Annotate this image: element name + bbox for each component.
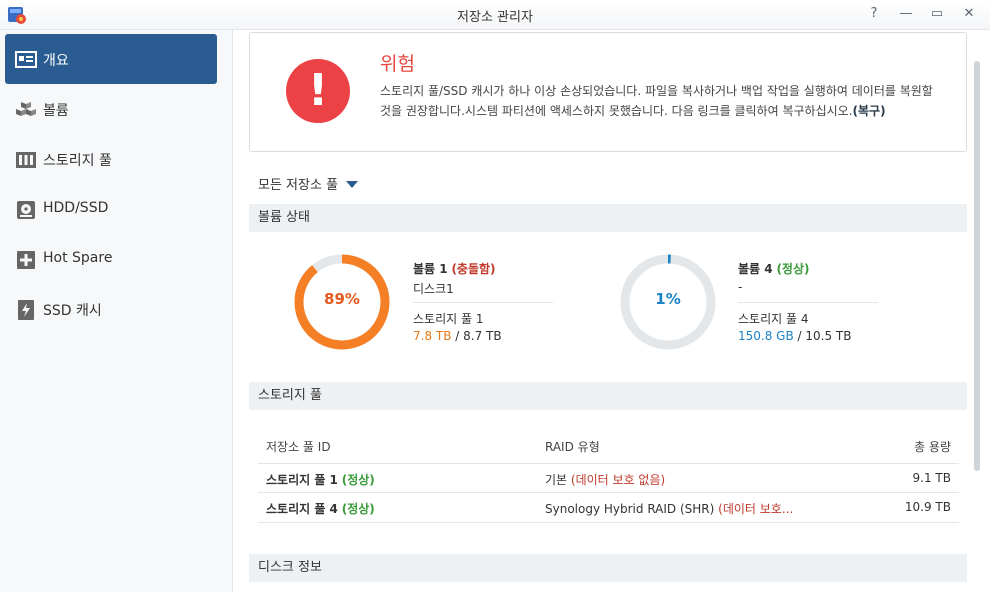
sidebar-item-label: 개요 — [43, 53, 69, 69]
ssd-cache-icon — [18, 300, 34, 320]
pool-capacity: 10.9 TB — [904, 500, 951, 514]
help-button[interactable]: ? — [864, 5, 884, 23]
alert-panel: ! 위험 스토리지 풀/SSD 캐시가 하나 이상 손상되었습니다. 파일을 복… — [249, 32, 967, 152]
sidebar-item-label: SSD 캐시 — [43, 303, 102, 319]
hot-spare-icon — [17, 251, 35, 269]
sidebar-item-label: HDD/SSD — [43, 200, 109, 216]
sidebar-item-hdd-ssd[interactable]: HDD/SSD — [5, 184, 217, 234]
sidebar-item-label: 스토리지 풀 — [43, 153, 112, 169]
disk-info-header: 디스크 정보 — [249, 554, 967, 582]
column-header-capacity[interactable]: 총 용량 — [914, 438, 951, 455]
divider — [738, 302, 878, 303]
vertical-scrollbar[interactable] — [974, 61, 980, 471]
close-button[interactable]: ✕ — [959, 5, 979, 23]
table-row[interactable]: 스토리지 풀 4 (정상) Synology Hybrid RAID (SHR)… — [258, 492, 959, 523]
volume-1-name[interactable]: 볼륨 1 — [413, 262, 448, 276]
volume-4-percent: 1% — [655, 290, 681, 308]
volume-1-pool: 스토리지 풀 1 — [413, 312, 484, 326]
volume-1-status: (충돌함) — [451, 262, 496, 276]
raid-type: Synology Hybrid RAID (SHR) — [545, 502, 715, 516]
volume-1-total: 8.7 TB — [463, 329, 502, 343]
volume-4-subtitle: - — [738, 280, 743, 294]
overview-icon — [15, 51, 37, 68]
volume-4-status: (정상) — [776, 262, 810, 276]
volume-icon — [16, 102, 36, 116]
sidebar-item-overview[interactable]: 개요 — [5, 34, 217, 84]
window-title: 저장소 관리자 — [457, 10, 533, 25]
danger-icon: ! — [286, 59, 350, 123]
sidebar-item-label: Hot Spare — [43, 250, 113, 266]
volume-1-separator: / — [451, 329, 464, 343]
column-header-raid-type[interactable]: RAID 유형 — [545, 438, 600, 455]
volume-1-usage-donut: 89% — [292, 252, 392, 352]
storage-pool-icon — [16, 152, 36, 168]
sidebar-item-volume[interactable]: 볼륨 — [5, 84, 217, 134]
title-bar: 저장소 관리자 ? — ▭ ✕ — [0, 0, 990, 30]
maximize-button[interactable]: ▭ — [927, 5, 947, 23]
pool-capacity: 9.1 TB — [912, 471, 951, 485]
volume-status-header: 볼륨 상태 — [249, 204, 967, 232]
volume-1-percent: 89% — [324, 290, 360, 308]
table-row[interactable]: 스토리지 풀 1 (정상) 기본 (데이터 보호 없음) 9.1 TB — [258, 463, 959, 493]
volume-4-used: 150.8 GB — [738, 329, 794, 343]
sidebar-item-hot-spare[interactable]: Hot Spare — [5, 234, 217, 284]
volume-4-total: 10.5 TB — [805, 329, 852, 343]
sidebar-item-label: 볼륨 — [43, 103, 69, 119]
alert-message-text: 스토리지 풀/SSD 캐시가 하나 이상 손상되었습니다. 파일을 복사하거나 … — [380, 84, 933, 118]
raid-note: (데이터 보호... — [718, 502, 794, 516]
repair-link[interactable]: (복구) — [853, 104, 886, 118]
volume-4-separator: / — [793, 329, 806, 343]
minimize-button[interactable]: — — [896, 5, 916, 23]
pool-name: 스토리지 풀 1 — [266, 473, 338, 487]
volume-4-name[interactable]: 볼륨 4 — [738, 262, 773, 276]
hdd-icon — [17, 201, 35, 219]
raid-note: (데이터 보호 없음) — [570, 473, 666, 487]
sidebar: 개요 볼륨 스토리지 풀 HDD/SSD Hot Spare SSD 캐시 — [0, 30, 233, 592]
column-header-pool-id[interactable]: 저장소 풀 ID — [266, 438, 331, 455]
pool-filter-label: 모든 저장소 풀 — [258, 178, 339, 193]
main-content: ! 위험 스토리지 풀/SSD 캐시가 하나 이상 손상되었습니다. 파일을 복… — [233, 30, 990, 592]
pool-name: 스토리지 풀 4 — [266, 502, 338, 516]
alert-message: 스토리지 풀/SSD 캐시가 하나 이상 손상되었습니다. 파일을 복사하거나 … — [380, 81, 940, 121]
divider — [413, 302, 553, 303]
pool-status: (정상) — [341, 502, 375, 516]
volume-1-subtitle: 디스크1 — [413, 282, 454, 296]
volume-1-used: 7.8 TB — [413, 329, 452, 343]
sidebar-item-storage-pool[interactable]: 스토리지 풀 — [5, 134, 217, 184]
volume-4-pool: 스토리지 풀 4 — [738, 312, 809, 326]
pool-filter-dropdown[interactable]: 모든 저장소 풀 — [258, 174, 359, 193]
storage-pool-header: 스토리지 풀 — [249, 382, 967, 410]
sidebar-item-ssd-cache[interactable]: SSD 캐시 — [5, 284, 217, 334]
raid-type: 기본 — [545, 473, 568, 487]
alert-title: 위험 — [380, 53, 415, 75]
chevron-down-icon — [346, 181, 359, 188]
pool-status: (정상) — [341, 473, 375, 487]
volume-4-usage-donut: 1% — [618, 252, 718, 352]
